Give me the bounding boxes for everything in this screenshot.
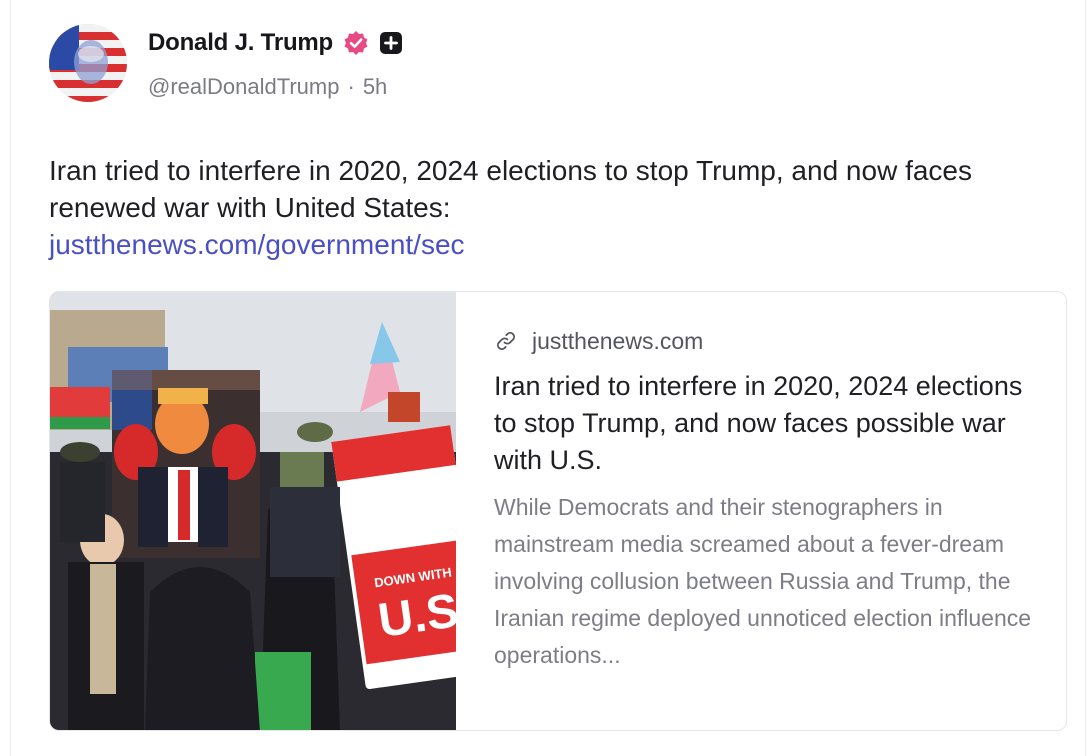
link-preview-image: DOWN WITH U.S: [50, 292, 456, 730]
link-icon: [494, 329, 518, 353]
link-preview-title[interactable]: Iran tried to interfere in 2020, 2024 el…: [494, 368, 1034, 479]
post-link[interactable]: justthenews.com/government/sec: [49, 226, 1049, 263]
author-meta: @realDonaldTrump · 5h: [148, 74, 387, 100]
protest-photo: DOWN WITH U.S: [50, 292, 456, 730]
link-preview-body: justthenews.com Iran tried to interfere …: [494, 322, 1034, 674]
avatar[interactable]: [49, 24, 127, 102]
link-preview-description: While Democrats and their stenographers …: [494, 494, 1032, 668]
author-row: Donald J. Trump: [148, 28, 403, 58]
link-preview-domain: justthenews.com: [532, 327, 704, 354]
meta-separator: ·: [347, 74, 355, 99]
avatar-image: [49, 24, 127, 102]
link-preview-domain-row: justthenews.com: [494, 322, 1034, 360]
svg-text:U.S: U.S: [375, 584, 456, 648]
post-text: Iran tried to interfere in 2020, 2024 el…: [49, 155, 972, 223]
author-handle[interactable]: @realDonaldTrump: [148, 74, 339, 100]
post-container: Donald J. Trump @realDonaldTrump · 5h Ir…: [10, 0, 1086, 756]
post-body: Iran tried to interfere in 2020, 2024 el…: [49, 152, 1049, 263]
author-display-name[interactable]: Donald J. Trump: [148, 29, 333, 57]
plus-square-icon[interactable]: [379, 31, 403, 55]
post-timestamp[interactable]: 5h: [363, 74, 387, 100]
verified-badge-icon: [343, 30, 369, 56]
link-preview-card[interactable]: DOWN WITH U.S justthenews.com Iran tried…: [49, 291, 1067, 731]
